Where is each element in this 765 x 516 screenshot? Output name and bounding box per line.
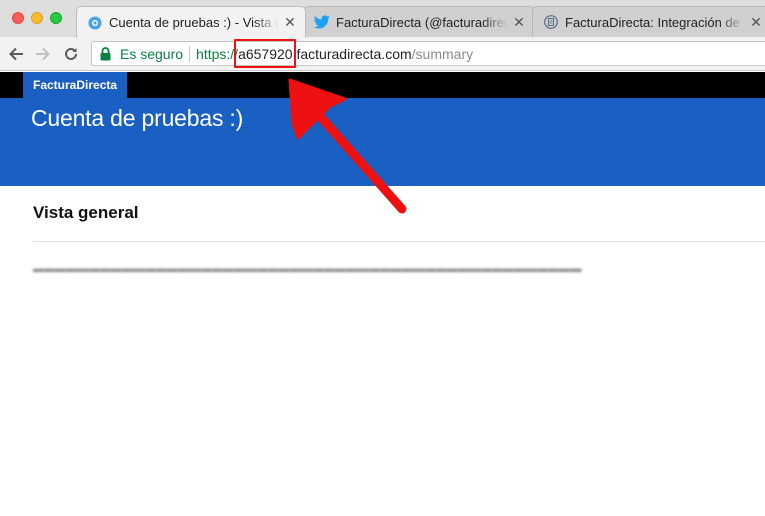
browser-titlebar: Cuenta de pruebas :) - Vista general ✕ F… bbox=[0, 0, 765, 38]
browser-toolbar: Es seguro https:// a657920 .facturadirec… bbox=[0, 37, 765, 71]
brand-tab[interactable]: FacturaDirecta bbox=[23, 72, 128, 98]
back-arrow-icon[interactable] bbox=[6, 44, 26, 64]
close-window-button[interactable] bbox=[12, 12, 24, 24]
url-subdomain: a657920 bbox=[234, 38, 296, 68]
twitter-icon bbox=[314, 14, 330, 30]
account-header: Cuenta de pruebas :) bbox=[0, 98, 765, 186]
close-tab-icon[interactable]: ✕ bbox=[512, 14, 526, 31]
url-path: /summary bbox=[411, 45, 474, 62]
minimize-window-button[interactable] bbox=[31, 12, 43, 24]
annotation-highlight-box bbox=[234, 38, 296, 68]
lock-icon bbox=[100, 46, 114, 62]
address-bar[interactable]: Es seguro https:// a657920 .facturadirec… bbox=[91, 38, 765, 68]
url-host: .facturadirecta.com bbox=[292, 45, 412, 62]
tab-title: Cuenta de pruebas :) - Vista general bbox=[109, 15, 279, 30]
tab-twitter-facturadirecta[interactable]: FacturaDirecta (@facturadirecta) ✕ bbox=[303, 6, 535, 37]
url-scheme: https:// bbox=[196, 45, 239, 62]
omnibox-separator bbox=[189, 45, 191, 62]
secure-label: Es seguro bbox=[120, 45, 184, 62]
maximize-window-button[interactable] bbox=[50, 12, 62, 24]
facturadirecta-icon bbox=[87, 15, 103, 31]
section-title: Vista general bbox=[33, 203, 139, 222]
blurred-description: ▬▬▬▬▬▬▬▬▬▬▬▬▬▬▬▬▬▬▬▬▬▬▬▬▬▬▬▬▬▬▬▬▬▬▬▬▬▬▬▬… bbox=[33, 263, 582, 275]
account-title: Cuenta de pruebas :) bbox=[31, 105, 244, 131]
tab-title: FacturaDirecta: Integración de bbox=[565, 14, 740, 30]
close-tab-icon[interactable]: ✕ bbox=[749, 14, 763, 31]
tab-title: FacturaDirecta (@facturadirecta) bbox=[336, 14, 508, 30]
app-topbar: FacturaDirecta bbox=[0, 72, 765, 98]
reload-icon[interactable] bbox=[61, 44, 81, 64]
tab-cuenta-de-pruebas[interactable]: Cuenta de pruebas :) - Vista general ✕ bbox=[76, 6, 306, 38]
close-tab-icon[interactable]: ✕ bbox=[283, 14, 297, 31]
tab-facturadirecta-integracion[interactable]: FacturaDirecta: Integración de ✕ bbox=[532, 6, 765, 37]
forward-arrow-icon[interactable] bbox=[33, 44, 53, 64]
document-icon bbox=[543, 14, 559, 30]
section-divider bbox=[33, 241, 765, 242]
